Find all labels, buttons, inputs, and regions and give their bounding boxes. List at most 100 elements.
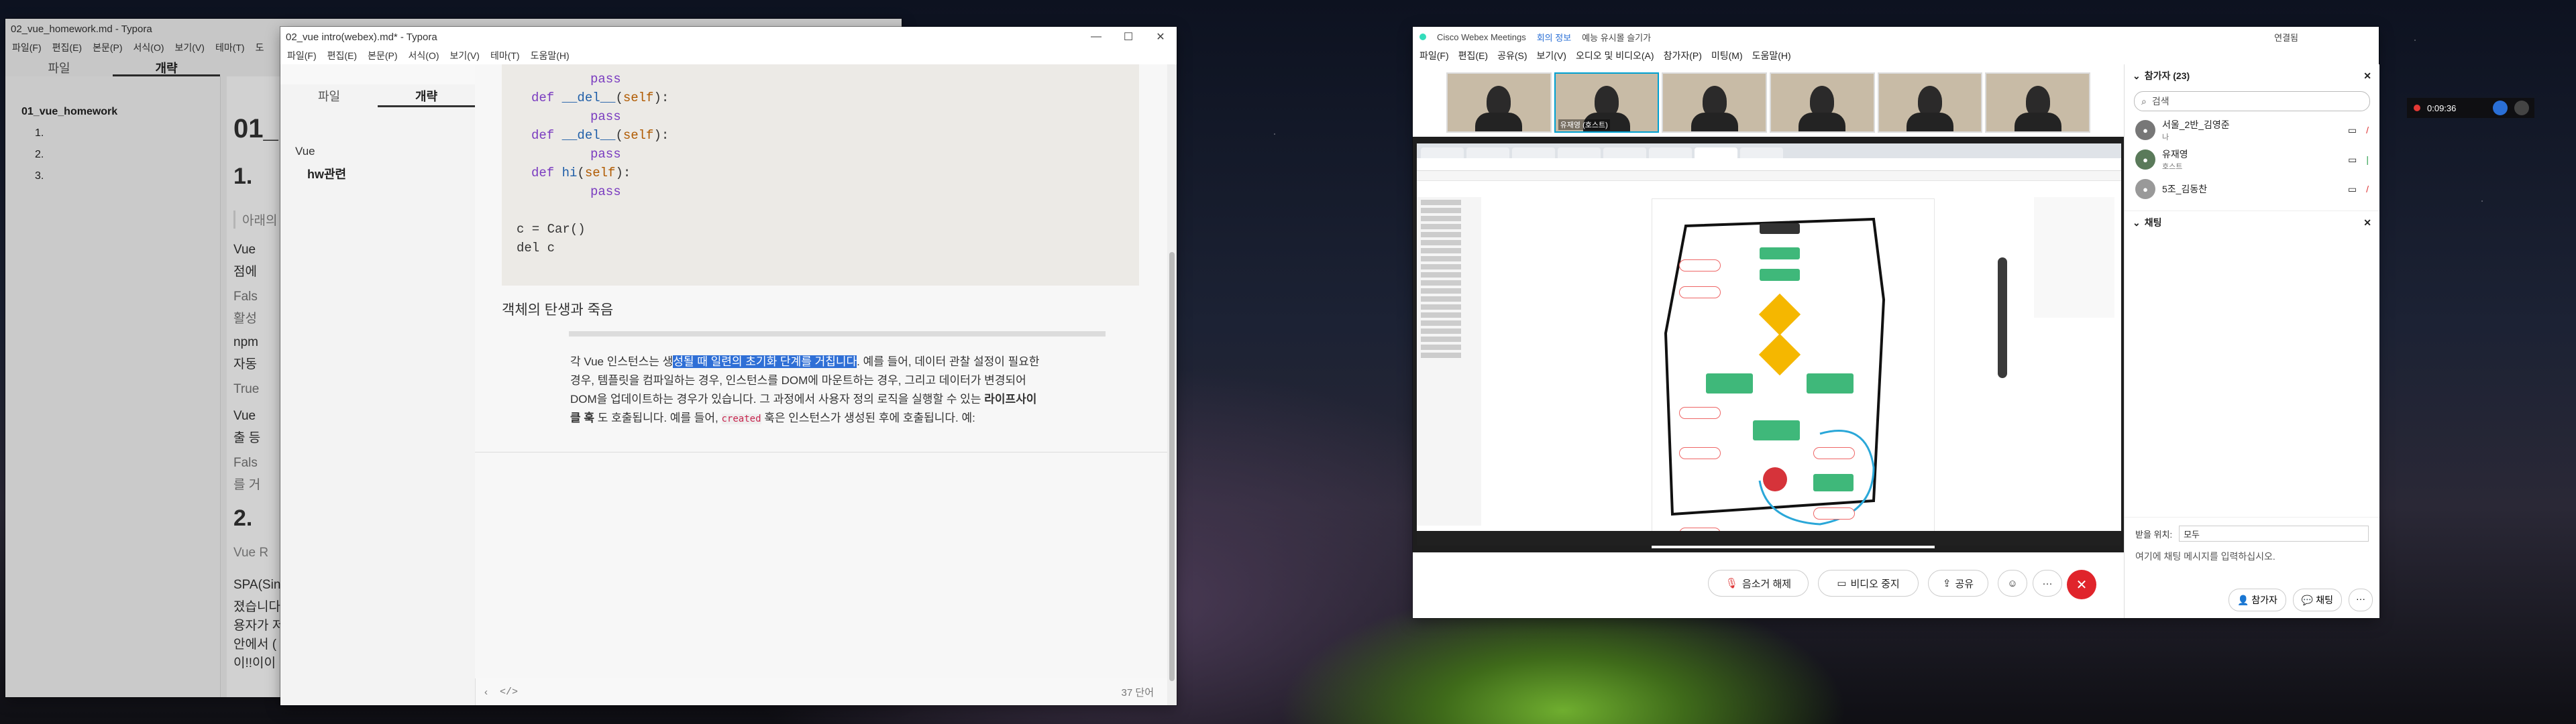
participant-row[interactable]: ● 5조_김동찬 ▭ / bbox=[2125, 174, 2379, 204]
video-tile[interactable] bbox=[1662, 72, 1768, 133]
title-tab[interactable]: 예능 유시몰 슬기가 bbox=[1582, 31, 1651, 44]
video-tile[interactable] bbox=[1446, 72, 1552, 133]
title-bar[interactable]: 02_vue intro(webex).md* - Typora — ☐ ✕ bbox=[280, 27, 1177, 47]
outline-item[interactable]: 1. bbox=[21, 127, 117, 139]
document-area[interactable]: pass def __del__(self): pass def __del__… bbox=[475, 64, 1167, 678]
video-tile[interactable]: 유재영 (호스트) bbox=[1554, 72, 1660, 133]
menu-file[interactable]: 파일(F) bbox=[12, 41, 42, 54]
chevron-left-icon[interactable]: ‹ bbox=[484, 686, 488, 698]
shared-screen[interactable] bbox=[1413, 137, 2124, 552]
code-token: __del__ bbox=[561, 90, 616, 105]
chat-toggle-button[interactable]: 💬 채팅 bbox=[2292, 589, 2342, 611]
menu-share[interactable]: 공유(S) bbox=[1497, 49, 1527, 62]
video-tile[interactable] bbox=[1985, 72, 2091, 133]
more-options-button[interactable]: ··· bbox=[2033, 570, 2062, 597]
menu-edit[interactable]: 편집(E) bbox=[327, 49, 357, 62]
participants-count: 참가자 (23) bbox=[2144, 70, 2190, 81]
more-panels-button[interactable]: ··· bbox=[2349, 589, 2373, 611]
menu-file[interactable]: 파일(F) bbox=[1419, 49, 1449, 62]
outline-item[interactable]: Vue bbox=[295, 145, 315, 158]
outline-item[interactable]: 01_vue_homework bbox=[21, 106, 117, 118]
menu-help[interactable]: 도움말(H) bbox=[1752, 49, 1791, 62]
paragraph: 각 Vue 인스턴스는 생성될 때 일련의 초기화 단계를 거칩니다. 예를 들… bbox=[570, 355, 1040, 424]
menu-file[interactable]: 파일(F) bbox=[287, 49, 317, 62]
menu-format[interactable]: 서식(O) bbox=[409, 49, 439, 62]
tab-files[interactable]: 파일 bbox=[280, 84, 378, 107]
participant-row[interactable]: ● 서울_2반_김영준 나 ▭ / bbox=[2125, 115, 2379, 145]
outline-item[interactable]: 2. bbox=[21, 149, 117, 161]
mute-button[interactable]: 🎙 음소거 해제 bbox=[1708, 570, 1809, 597]
menu-audio-video[interactable]: 오디오 및 비디오(A) bbox=[1576, 49, 1654, 62]
mic-toggle-button[interactable] bbox=[2514, 101, 2529, 115]
connection-status: 연결됨 bbox=[2274, 32, 2298, 43]
participant-search[interactable]: ⌕ 검색 bbox=[2134, 91, 2370, 111]
doc-text: 점에 bbox=[233, 265, 257, 279]
doc-text: True bbox=[233, 382, 260, 396]
title-bar[interactable]: Cisco Webex Meetings 회의 정보 예능 유시몰 슬기가 연결… bbox=[1413, 27, 2379, 47]
reactions-button[interactable]: ☺ bbox=[1998, 570, 2027, 597]
menu-meeting[interactable]: 미팅(M) bbox=[1711, 49, 1743, 62]
person-icon: 👤 bbox=[2237, 595, 2249, 605]
minimize-button[interactable]: — bbox=[1080, 27, 1112, 47]
code-line: c = Car() bbox=[517, 222, 586, 237]
close-icon[interactable]: ✕ bbox=[2363, 217, 2371, 229]
doc-heading-2: 2. bbox=[233, 505, 253, 531]
shared-browser bbox=[1417, 143, 2121, 548]
menu-theme[interactable]: 테마(T) bbox=[490, 49, 520, 62]
scrollbar[interactable] bbox=[1167, 64, 1177, 705]
doc-heading-1: 01_ bbox=[233, 114, 278, 143]
menu-paragraph[interactable]: 본문(P) bbox=[93, 41, 122, 54]
tab-files[interactable]: 파일 bbox=[5, 56, 113, 76]
recording-widget[interactable]: 0:09:36 bbox=[2407, 98, 2534, 118]
video-tile[interactable] bbox=[1877, 72, 1983, 133]
participant-row[interactable]: ● 유재영 호스트 ▭ | bbox=[2125, 145, 2379, 174]
menu-help[interactable]: 도 bbox=[256, 41, 264, 54]
close-icon[interactable]: ✕ bbox=[2363, 70, 2371, 82]
menu-format[interactable]: 서식(O) bbox=[133, 41, 164, 54]
typora-window-front[interactable]: 02_vue intro(webex).md* - Typora — ☐ ✕ 파… bbox=[280, 27, 1177, 705]
menu-edit[interactable]: 편집(E) bbox=[1458, 49, 1488, 62]
menu-view[interactable]: 보기(V) bbox=[1537, 49, 1566, 62]
menu-paragraph[interactable]: 본문(P) bbox=[368, 49, 397, 62]
chevron-down-icon[interactable]: ⌄ bbox=[2133, 217, 2141, 229]
source-code-icon[interactable]: </> bbox=[500, 686, 518, 698]
title-tab[interactable]: 회의 정보 bbox=[1537, 31, 1571, 44]
outline-item[interactable]: hw관련 bbox=[307, 165, 346, 182]
menu-edit[interactable]: 편집(E) bbox=[52, 41, 82, 54]
share-button[interactable]: ⇪ 공유 bbox=[1928, 570, 1988, 597]
tab-outline[interactable]: 개략 bbox=[378, 84, 475, 107]
menu-view[interactable]: 보기(V) bbox=[450, 49, 480, 62]
microphone-muted-icon: / bbox=[2366, 124, 2369, 135]
doc-text: 아래의 bbox=[233, 210, 277, 229]
word-count[interactable]: 37 단어 bbox=[1122, 685, 1154, 699]
avatar: ● bbox=[2135, 179, 2155, 199]
code-token: hi bbox=[561, 166, 578, 180]
chat-input[interactable]: 여기에 채팅 메시지를 입력하십시오. bbox=[2125, 542, 2379, 571]
menu-bar: 파일(F) 편집(E) 본문(P) 서식(O) 보기(V) 테마(T) 도움말(… bbox=[280, 47, 1177, 64]
sidebar-tabs: 파일 개략 bbox=[5, 56, 220, 76]
participants-panel: ⌄ 참가자 (23) ✕ ⌕ 검색 ● 서울_2반_김영준 나 ▭ / ● 유재영 호… bbox=[2124, 64, 2379, 618]
scrollbar-thumb[interactable] bbox=[1169, 252, 1175, 681]
chevron-down-icon[interactable]: ⌄ bbox=[2133, 70, 2141, 82]
menu-participant[interactable]: 참가자(P) bbox=[1664, 49, 1702, 62]
tab-outline[interactable]: 개략 bbox=[113, 56, 220, 76]
menu-view[interactable]: 보기(V) bbox=[175, 41, 205, 54]
code-token: __del__ bbox=[561, 128, 616, 143]
end-meeting-button[interactable]: ✕ bbox=[2067, 570, 2096, 599]
maximize-button[interactable]: ☐ bbox=[1112, 27, 1144, 47]
chat-recipient-select[interactable]: 모두 bbox=[2179, 526, 2369, 542]
code-line: del c bbox=[517, 241, 555, 255]
menu-help[interactable]: 도움말(H) bbox=[531, 49, 570, 62]
video-tile[interactable] bbox=[1770, 72, 1875, 133]
pause-button[interactable] bbox=[2493, 101, 2508, 115]
close-button[interactable]: ✕ bbox=[1144, 27, 1177, 47]
stop-video-button[interactable]: ▭ 비디오 중지 bbox=[1818, 570, 1919, 597]
webex-window[interactable]: Cisco Webex Meetings 회의 정보 예능 유시몰 슬기가 연결… bbox=[1413, 27, 2379, 618]
outline-item[interactable]: 3. bbox=[21, 170, 117, 182]
microphone-active-icon: | bbox=[2366, 154, 2369, 165]
menu-theme[interactable]: 테마(T) bbox=[215, 41, 245, 54]
code-block[interactable]: pass def __del__(self): pass def __del__… bbox=[502, 64, 1139, 286]
participants-toggle-button[interactable]: 👤 참가자 bbox=[2228, 589, 2286, 611]
search-icon: ⌕ bbox=[2141, 95, 2147, 107]
doc-text: npm bbox=[233, 335, 258, 349]
